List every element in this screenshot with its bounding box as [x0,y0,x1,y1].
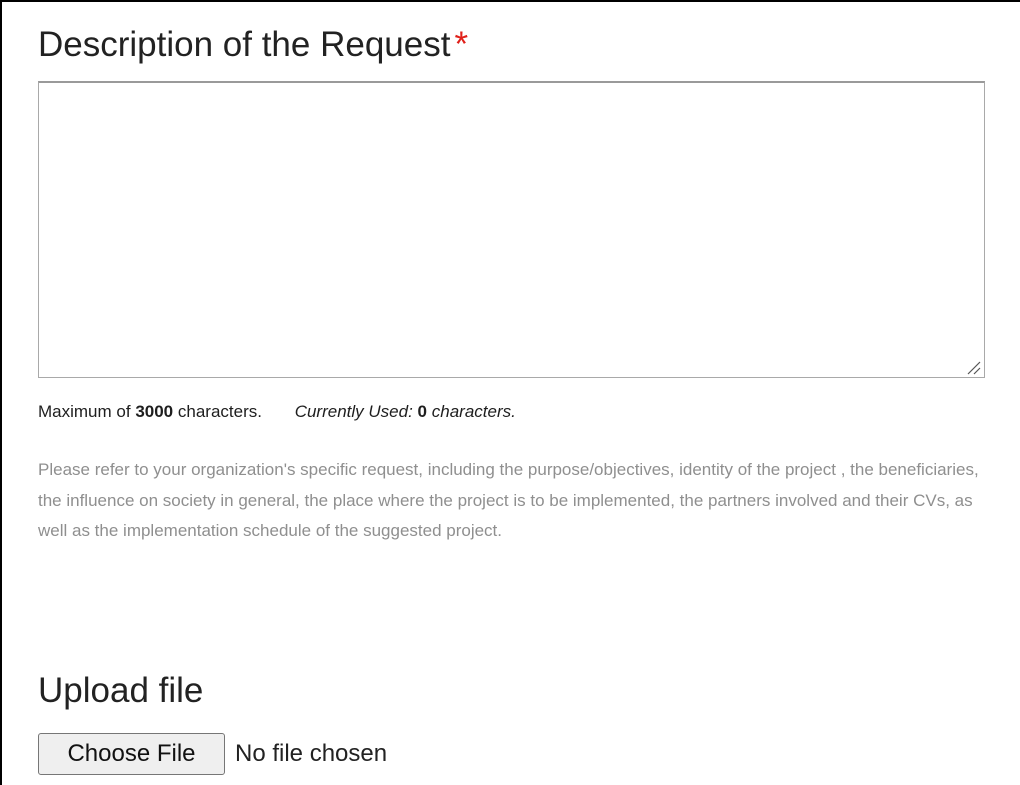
character-counter: Maximum of 3000 characters. Currently Us… [38,401,516,423]
used-characters-value: 0 [417,402,428,421]
used-suffix: characters. [431,402,516,421]
choose-file-button[interactable]: Choose File [38,733,225,775]
file-status: No file chosen [235,740,388,767]
required-marker: * [454,25,469,64]
description-heading-label: Description of the Request [38,25,451,64]
description-heading: Description of the Request * [38,24,468,66]
max-suffix: characters. [177,402,262,421]
form-panel: Description of the Request * Maximum of 3… [0,0,1020,785]
max-characters-value: 3000 [135,402,174,421]
used-counter: Currently Used: 0 characters. [295,402,516,421]
description-textarea[interactable] [38,81,985,378]
help-text: Please refer to your organization's spec… [38,460,979,540]
max-prefix: Maximum of [38,402,131,421]
upload-heading: Upload file [38,671,204,710]
used-prefix: Currently Used: [294,402,413,421]
resize-handle-icon[interactable] [964,358,981,375]
